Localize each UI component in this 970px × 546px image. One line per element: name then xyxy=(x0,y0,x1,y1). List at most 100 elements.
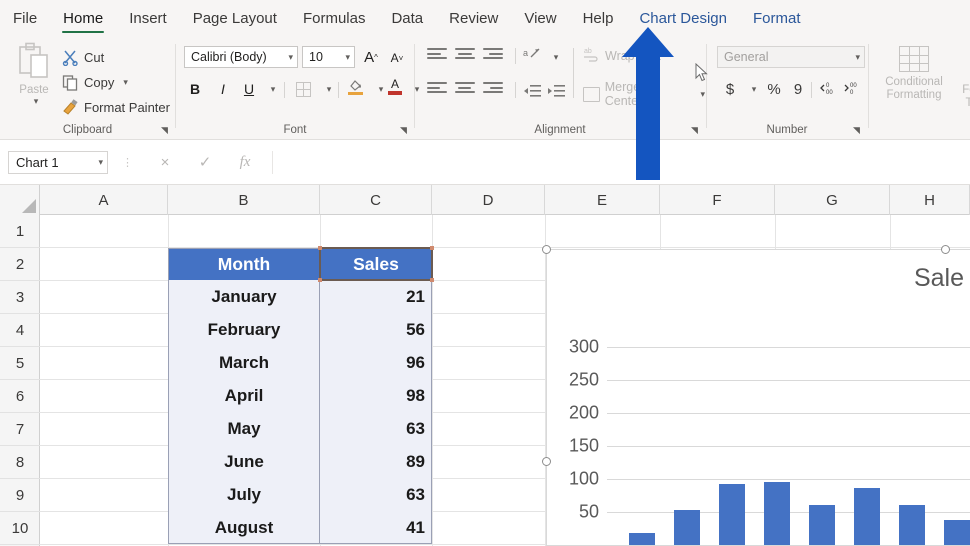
cell-b7[interactable]: May xyxy=(168,412,320,445)
font-name-chevron-down-icon[interactable]: ▾ xyxy=(288,52,293,63)
italic-button[interactable]: I xyxy=(212,78,234,100)
clipboard-dialog-launcher[interactable]: ◥ xyxy=(161,125,171,135)
paste-button[interactable]: Paste ▾ xyxy=(10,42,58,116)
number-format-select[interactable]: General ▾ xyxy=(717,46,865,68)
paste-chevron-down-icon[interactable]: ▾ xyxy=(34,96,39,107)
cell-b10[interactable]: August xyxy=(168,511,320,544)
tab-view[interactable]: View xyxy=(511,1,569,35)
name-box-chevron-down-icon[interactable]: ▾ xyxy=(98,157,103,168)
bar-june[interactable] xyxy=(854,488,880,546)
column-header-a[interactable]: A xyxy=(40,185,168,215)
row-header-4[interactable]: 4 xyxy=(0,314,40,347)
orientation-button[interactable]: a xyxy=(521,44,543,66)
chart-title[interactable]: Sale xyxy=(914,264,964,293)
column-header-g[interactable]: G xyxy=(775,185,890,215)
tab-insert[interactable]: Insert xyxy=(116,1,180,35)
copy-button[interactable]: Copy ▾ xyxy=(62,71,128,93)
decrease-font-size-button[interactable]: A˅ xyxy=(386,47,408,69)
cell-c3[interactable]: 21 xyxy=(320,280,432,313)
tab-review[interactable]: Review xyxy=(436,1,511,35)
font-name-input[interactable]: Calibri (Body) ▾ xyxy=(184,46,298,68)
cell-b8[interactable]: June xyxy=(168,445,320,478)
column-header-c[interactable]: C xyxy=(320,185,432,215)
row-header-5[interactable]: 5 xyxy=(0,347,40,380)
format-painter-button[interactable]: Format Painter xyxy=(62,96,170,118)
conditional-formatting-button[interactable]: Conditional Formatting xyxy=(875,46,953,102)
borders-chevron-down-icon[interactable]: ▾ xyxy=(316,78,338,100)
row-header-7[interactable]: 7 xyxy=(0,413,40,446)
row-header-3[interactable]: 3 xyxy=(0,281,40,314)
cell-c6[interactable]: 98 xyxy=(320,379,432,412)
cell-b3[interactable]: January xyxy=(168,280,320,313)
align-middle-button[interactable] xyxy=(455,46,475,64)
currency-button[interactable]: $ xyxy=(719,78,741,100)
font-size-chevron-down-icon[interactable]: ▾ xyxy=(345,52,350,63)
bar-july[interactable] xyxy=(899,505,925,546)
percent-style-button[interactable]: % xyxy=(763,78,785,100)
bar-may[interactable] xyxy=(809,505,835,546)
alignment-dialog-launcher[interactable]: ◥ xyxy=(691,125,701,135)
currency-chevron-down-icon[interactable]: ▾ xyxy=(741,78,763,100)
column-header-d[interactable]: D xyxy=(432,185,545,215)
bar-february[interactable] xyxy=(674,510,700,546)
bold-button[interactable]: B xyxy=(184,78,206,100)
row-header-8[interactable]: 8 xyxy=(0,446,40,479)
row-header-2[interactable]: 2 xyxy=(0,248,40,281)
font-dialog-launcher[interactable]: ◥ xyxy=(400,125,410,135)
cell-c8[interactable]: 89 xyxy=(320,445,432,478)
formula-input[interactable] xyxy=(272,151,970,174)
tab-formulas[interactable]: Formulas xyxy=(290,1,379,35)
column-header-h[interactable]: H xyxy=(890,185,970,215)
cell-b2-month-header[interactable]: Month xyxy=(168,248,320,280)
column-header-e[interactable]: E xyxy=(545,185,660,215)
chart-resize-handle-middle-left[interactable] xyxy=(542,457,551,466)
chart-resize-handle-top-left[interactable] xyxy=(542,245,551,254)
borders-button[interactable] xyxy=(292,78,314,100)
row-header-9[interactable]: 9 xyxy=(0,479,40,512)
underline-chevron-down-icon[interactable]: ▾ xyxy=(260,78,282,100)
tab-format[interactable]: Format xyxy=(740,1,814,35)
font-color-button[interactable]: A xyxy=(384,76,406,98)
align-left-button[interactable] xyxy=(427,80,447,98)
align-center-button[interactable] xyxy=(455,80,475,98)
select-all-button[interactable] xyxy=(0,185,40,215)
enter-formula-button[interactable]: ✓ xyxy=(196,153,214,171)
cell-b6[interactable]: April xyxy=(168,379,320,412)
align-bottom-button[interactable] xyxy=(483,46,503,64)
increase-indent-button[interactable] xyxy=(545,80,567,102)
cut-button[interactable]: Cut xyxy=(62,46,104,68)
column-header-b[interactable]: B xyxy=(168,185,320,215)
chart-resize-handle-top-right[interactable] xyxy=(941,245,950,254)
cell-c7[interactable]: 63 xyxy=(320,412,432,445)
cell-b5[interactable]: March xyxy=(168,346,320,379)
cell-c10[interactable]: 41 xyxy=(320,511,432,544)
copy-chevron-down-icon[interactable]: ▾ xyxy=(123,77,128,88)
name-box[interactable]: Chart 1 ▾ xyxy=(8,151,108,174)
chart-object[interactable]: Sale 300 250 200 150 100 50 xyxy=(546,249,970,546)
bar-august[interactable] xyxy=(944,520,970,546)
cancel-formula-button[interactable]: × xyxy=(156,154,174,171)
cell-c9[interactable]: 63 xyxy=(320,478,432,511)
tab-page-layout[interactable]: Page Layout xyxy=(180,1,290,35)
increase-decimal-button[interactable]: 0 00 xyxy=(817,78,839,100)
row-header-10[interactable]: 10 xyxy=(0,512,40,545)
orientation-chevron-down-icon[interactable]: ▾ xyxy=(543,46,565,68)
cell-c2-sales-header[interactable]: Sales xyxy=(320,248,432,280)
cell-b9[interactable]: July xyxy=(168,478,320,511)
number-dialog-launcher[interactable]: ◥ xyxy=(853,125,863,135)
number-format-chevron-down-icon[interactable]: ▾ xyxy=(855,52,860,63)
tab-file[interactable]: File xyxy=(0,1,50,35)
cell-c4[interactable]: 56 xyxy=(320,313,432,346)
increase-font-size-button[interactable]: A^ xyxy=(360,46,382,68)
merge-chevron-down-icon[interactable]: ▾ xyxy=(700,89,705,100)
align-right-button[interactable] xyxy=(483,80,503,98)
tab-help[interactable]: Help xyxy=(570,1,627,35)
row-header-1[interactable]: 1 xyxy=(0,215,40,248)
column-header-f[interactable]: F xyxy=(660,185,775,215)
underline-button[interactable]: U xyxy=(238,78,260,100)
bar-january[interactable] xyxy=(629,533,655,546)
decrease-decimal-button[interactable]: 00 0 xyxy=(841,78,863,100)
tab-data[interactable]: Data xyxy=(378,1,436,35)
cell-c5[interactable]: 96 xyxy=(320,346,432,379)
tab-home[interactable]: Home xyxy=(50,1,116,35)
